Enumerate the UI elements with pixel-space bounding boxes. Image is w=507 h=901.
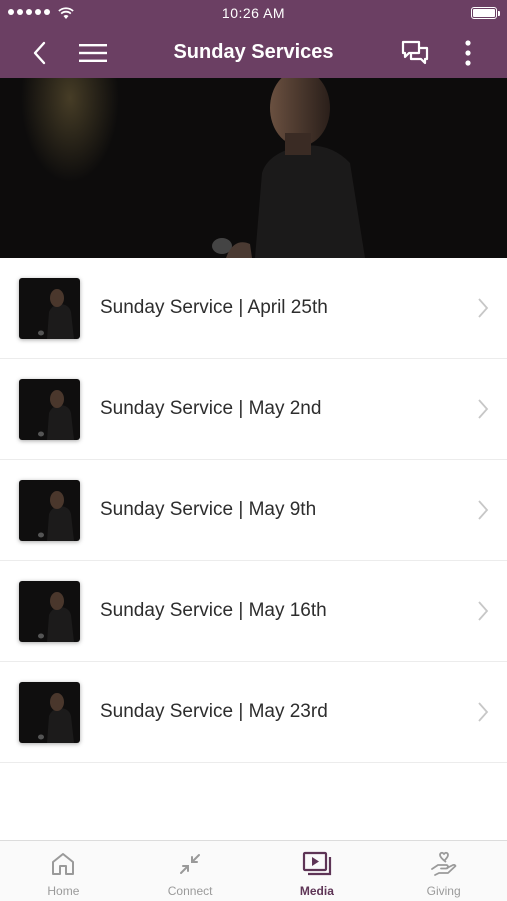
service-title: Sunday Service | April 25th (100, 297, 328, 318)
tab-bar: Home Connect Media Giving (0, 840, 507, 901)
status-bar: 10:26 AM (0, 0, 507, 28)
vertical-dots-icon (465, 40, 471, 66)
tab-media-label: Media (299, 884, 334, 898)
service-thumbnail (19, 682, 80, 743)
service-thumbnail (19, 480, 80, 541)
chevron-right-icon (478, 500, 489, 520)
battery-icon (471, 7, 500, 19)
service-title: Sunday Service | May 9th (100, 499, 317, 520)
navigation-bar: Sunday Services (0, 28, 507, 78)
chevron-right-icon (478, 601, 489, 621)
tab-connect-label: Connect (167, 884, 213, 898)
list-item[interactable]: Sunday Service | May 2nd (0, 359, 507, 460)
chat-bubbles-icon (401, 40, 429, 65)
chat-button[interactable] (398, 28, 432, 78)
speaker-silhouette-image (212, 78, 365, 258)
chevron-right-icon (478, 298, 489, 318)
chevron-right-icon (478, 399, 489, 419)
tab-media[interactable]: Media (254, 841, 381, 901)
service-title: Sunday Service | May 16th (100, 600, 327, 621)
hero-image (0, 78, 507, 258)
service-title: Sunday Service | May 2nd (100, 398, 322, 419)
service-thumbnail (19, 379, 80, 440)
giving-hand-heart-icon (430, 851, 457, 876)
chevron-right-icon (478, 702, 489, 722)
list-item[interactable]: Sunday Service | April 25th (0, 258, 507, 359)
list-item[interactable]: Sunday Service | May 23rd (0, 662, 507, 763)
connect-arrows-icon (180, 854, 201, 874)
tab-home-label: Home (47, 884, 80, 898)
tab-giving[interactable]: Giving (380, 841, 507, 901)
list-item[interactable]: Sunday Service | May 16th (0, 561, 507, 662)
home-icon (52, 853, 75, 875)
status-time: 10:26 AM (221, 5, 286, 21)
tab-home[interactable]: Home (0, 841, 127, 901)
media-play-icon (302, 851, 331, 876)
more-options-button[interactable] (456, 28, 480, 78)
list-item[interactable]: Sunday Service | May 9th (0, 460, 507, 561)
service-thumbnail (19, 278, 80, 339)
service-title: Sunday Service | May 23rd (100, 701, 328, 722)
tab-connect[interactable]: Connect (127, 841, 254, 901)
tab-giving-label: Giving (426, 884, 461, 898)
service-thumbnail (19, 581, 80, 642)
service-list: Sunday Service | April 25th Sunday Servi… (0, 258, 507, 763)
